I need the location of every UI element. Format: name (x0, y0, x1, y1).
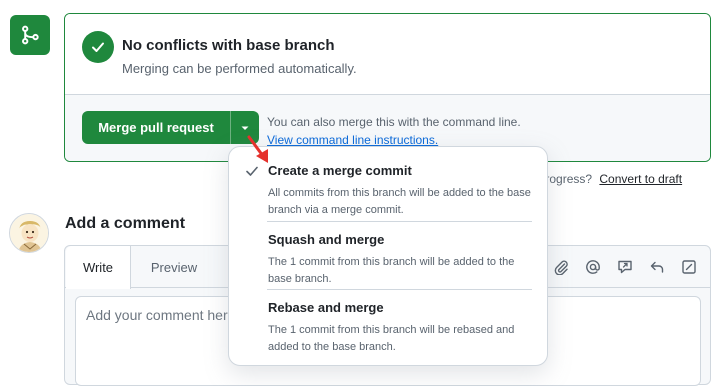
menu-item-title: Squash and merge (268, 232, 385, 247)
mention-icon[interactable] (583, 257, 603, 277)
merge-status-subtitle: Merging can be performed automatically. (122, 61, 357, 76)
menu-item-title: Rebase and merge (268, 300, 384, 315)
merge-status-section: No conflicts with base branch Merging ca… (65, 14, 710, 94)
menu-item-description: The 1 commit from this branch will be ad… (268, 256, 515, 285)
merge-method-menu: Create a merge commit All commits from t… (228, 146, 548, 366)
command-line-hint: You can also merge this with the command… (267, 115, 521, 129)
caret-down-icon (241, 126, 249, 130)
add-comment-heading: Add a comment (65, 215, 186, 232)
menu-item-create-merge-commit[interactable]: Create a merge commit All commits from t… (229, 147, 547, 219)
tab-write[interactable]: Write (66, 246, 131, 289)
menu-item-squash-and-merge[interactable]: Squash and merge The 1 commit from this … (229, 222, 547, 290)
cross-reference-icon[interactable] (615, 257, 635, 277)
reply-icon[interactable] (647, 257, 667, 277)
menu-item-title: Create a merge commit (268, 163, 412, 178)
menu-item-rebase-and-merge[interactable]: Rebase and merge The 1 commit from this … (229, 290, 547, 366)
git-merge-icon (10, 15, 50, 55)
merge-pull-request-button[interactable]: Merge pull request (82, 111, 230, 144)
menu-item-description: All commits from this branch will be add… (268, 187, 531, 216)
tab-preview[interactable]: Preview (137, 246, 211, 288)
menu-item-description: The 1 commit from this branch will be re… (268, 324, 515, 353)
check-circle-icon (82, 31, 114, 63)
fullscreen-icon[interactable] (679, 257, 699, 277)
annotation-arrow-icon (247, 135, 268, 163)
avatar[interactable] (9, 213, 49, 253)
paperclip-icon[interactable] (551, 257, 571, 277)
merge-button-group: Merge pull request (82, 111, 259, 144)
convert-to-draft-link[interactable]: Convert to draft (599, 172, 682, 186)
comment-placeholder: Add your comment her (86, 307, 228, 323)
merge-box: No conflicts with base branch Merging ca… (64, 13, 711, 162)
merge-status-title: No conflicts with base branch (122, 37, 335, 54)
